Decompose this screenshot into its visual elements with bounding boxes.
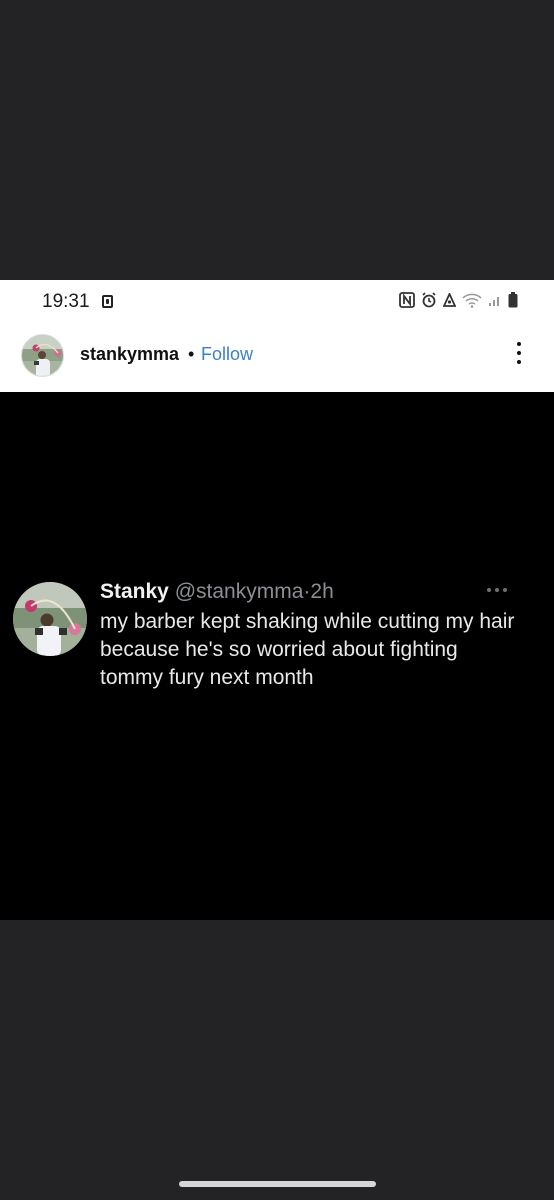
follow-button[interactable]: Follow: [201, 344, 253, 365]
home-indicator[interactable]: [179, 1181, 376, 1187]
screenshot-icon: [102, 295, 113, 308]
tweet-text: my barber kept shaking while cutting my …: [100, 610, 515, 689]
tweet-display-name: Stanky: [100, 580, 169, 603]
tweet-time: 2h: [310, 580, 334, 603]
signal-icon: [488, 293, 502, 307]
top-background: [0, 0, 554, 280]
tweet-screenshot: Stanky @stankymma·2h my barber kept shak…: [0, 392, 554, 920]
status-time: 19:31: [42, 291, 90, 312]
nfc-icon: [399, 292, 415, 308]
battery-icon: [508, 292, 518, 308]
wifi-icon: [462, 293, 482, 308]
more-vertical-icon[interactable]: [512, 342, 526, 372]
data-saver-icon: [443, 292, 456, 308]
more-horizontal-icon: [487, 588, 511, 594]
system-icons: [399, 292, 518, 308]
tweet-avatar: [13, 582, 87, 656]
alarm-icon: [421, 292, 437, 308]
user-avatar[interactable]: [21, 334, 64, 377]
post-header: stankymma • Follow: [0, 324, 554, 392]
tweet-handle: @stankymma: [174, 580, 304, 603]
header-separator: •: [188, 344, 195, 364]
status-bar: 19:31: [0, 280, 554, 324]
tweet-meta: Stanky @stankymma·2h: [100, 580, 334, 604]
post-username[interactable]: stankymma: [80, 344, 179, 365]
